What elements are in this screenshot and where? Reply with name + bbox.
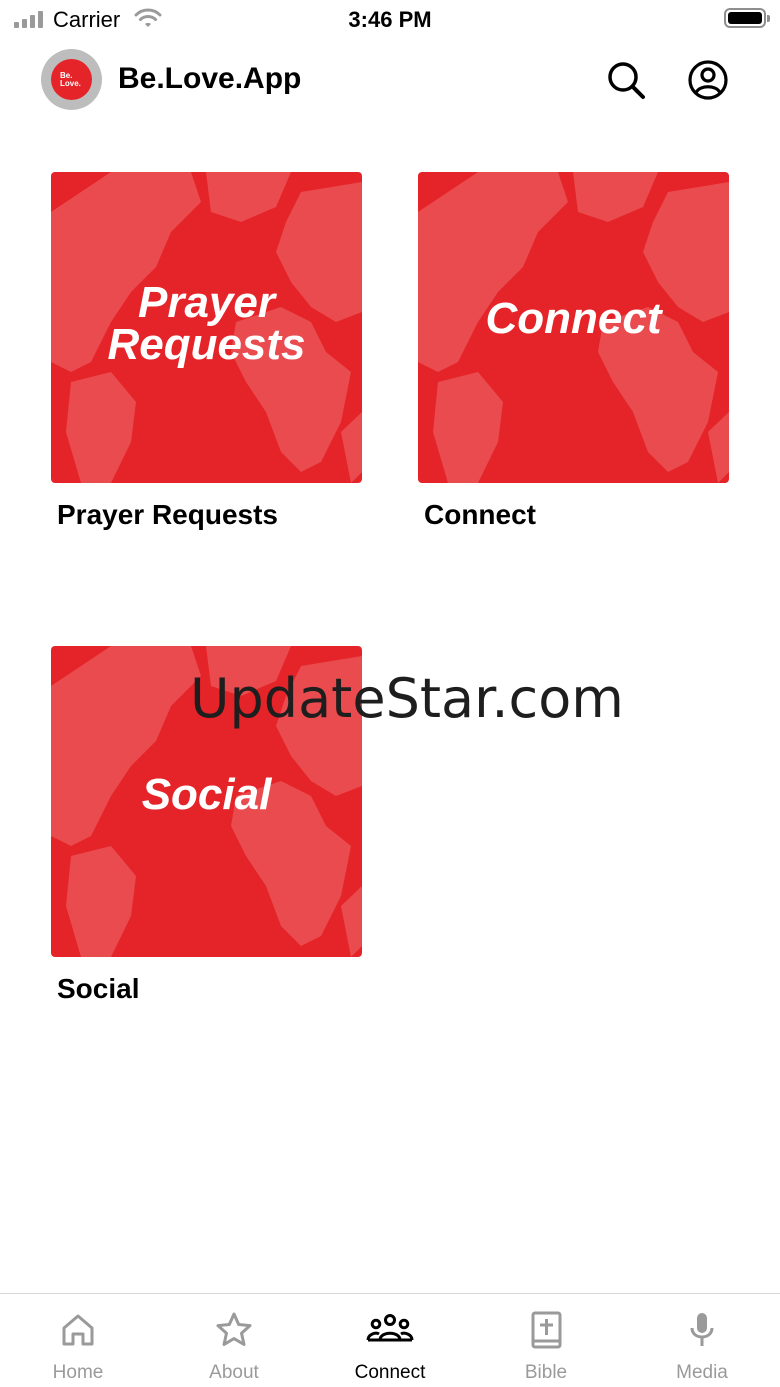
people-icon [366,1314,414,1342]
status-time: 3:46 PM [348,7,432,32]
tile-connect[interactable]: Connect Connect [418,172,729,531]
tab-bar: Home About Connect Bible Media [0,1293,780,1387]
tab-connect[interactable]: Connect [312,1294,468,1387]
tab-label: Media [676,1362,728,1383]
logo-text-line2: Love. [60,79,81,88]
status-bar: Carrier 3:46 PM [0,0,780,40]
tab-label: Home [52,1362,104,1383]
watermark: UpdateStar.com [190,667,624,730]
tile-image-word-1: Social [141,770,272,819]
app-logo-mark: Be. Love. [51,59,92,100]
microphone-icon [690,1313,714,1346]
tile-prayer-requests[interactable]: Prayer Requests Prayer Requests [51,172,362,531]
tile-label: Social [57,973,140,1004]
tile-image-text: Prayer Requests [51,278,362,369]
tile-image-text: Social [51,770,362,819]
tile-image-text: Connect [418,294,729,343]
app-header: Be. Love. Be.Love.App [0,44,780,116]
battery-icon [724,8,770,28]
tile-label: Connect [424,499,536,530]
tile-image: Prayer Requests [51,172,362,483]
search-icon[interactable] [605,59,647,101]
home-icon [62,1314,94,1346]
app-title: Be.Love.App [118,62,302,95]
tile-label: Prayer Requests [57,499,279,530]
tile-image-word-1: Connect [485,294,662,343]
tab-label: About [209,1362,259,1383]
tab-label: Bible [524,1362,568,1383]
bible-icon [531,1311,562,1349]
tab-about[interactable]: About [156,1294,312,1387]
tab-media[interactable]: Media [624,1294,780,1387]
tile-image-word-2: Requests [107,320,306,369]
profile-icon[interactable] [687,59,729,101]
tab-bible[interactable]: Bible [468,1294,624,1387]
tile-image: Connect [418,172,729,483]
tab-home[interactable]: Home [0,1294,156,1387]
star-icon [216,1312,252,1346]
tile-image-word-1: Prayer [137,278,275,327]
app-logo[interactable]: Be. Love. [41,49,102,110]
tab-label: Connect [354,1362,426,1383]
